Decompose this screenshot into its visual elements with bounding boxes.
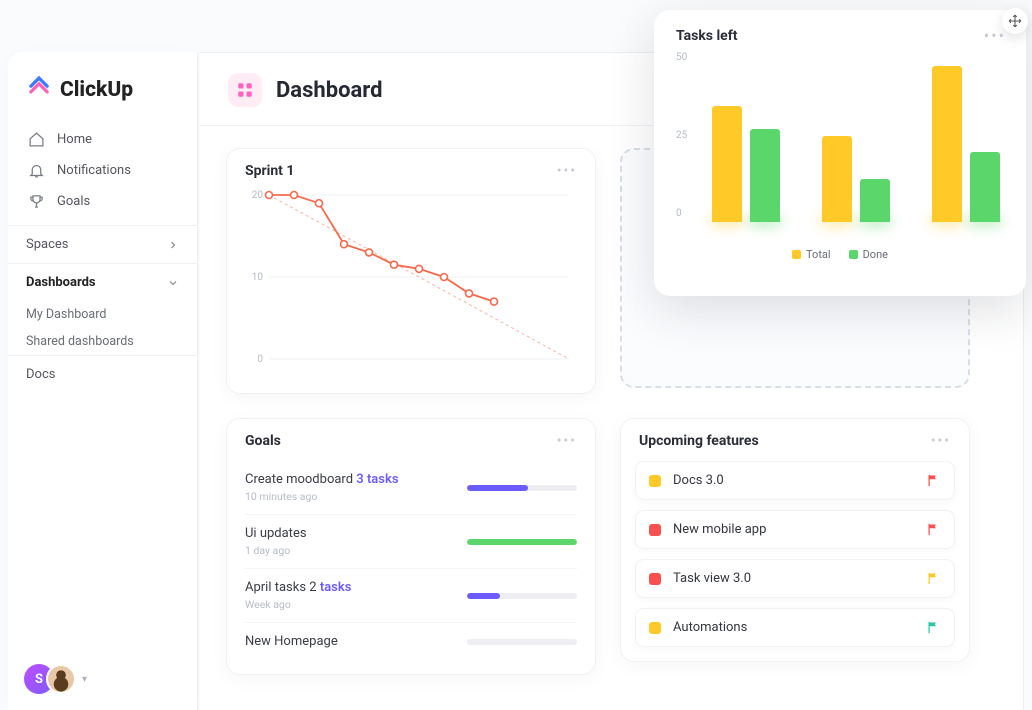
brand[interactable]: ClickUp [8, 52, 197, 124]
nav-home[interactable]: Home [8, 124, 197, 155]
nav-goals[interactable]: Goals [8, 186, 197, 217]
trophy-icon [28, 193, 45, 210]
feature-label: Task view 3.0 [673, 571, 914, 586]
feature-row[interactable]: Task view 3.0 [635, 559, 955, 598]
feature-label: Docs 3.0 [673, 473, 914, 488]
goal-progress [467, 539, 577, 545]
y-tick: 25 [676, 130, 687, 141]
chevron-right-icon [167, 239, 179, 251]
sidebar-item-label: Shared dashboards [26, 334, 134, 349]
workspace-avatar-initial: S [35, 672, 43, 687]
nav-goals-label: Goals [57, 194, 90, 209]
goal-row[interactable]: New Homepage [245, 622, 577, 660]
bar [970, 152, 1000, 222]
section-dashboards-label: Dashboards [26, 275, 96, 290]
tasks-left-chart: 50 25 0 [676, 52, 1004, 242]
goal-meta: 10 minutes ago [245, 490, 453, 503]
goal-progress [467, 485, 577, 491]
feature-row[interactable]: New mobile app [635, 510, 955, 549]
chevron-down-icon [167, 277, 179, 289]
svg-text:10: 10 [252, 272, 264, 283]
svg-text:0: 0 [257, 354, 263, 365]
flag-icon [926, 571, 941, 586]
brand-logo-icon [26, 74, 52, 106]
sidebar: ClickUp Home Notifications Goals Spaces … [8, 52, 198, 710]
status-square-icon [649, 475, 661, 487]
move-icon [1008, 14, 1022, 28]
bar [860, 179, 890, 222]
goals-card-title: Goals [245, 433, 281, 449]
tasks-left-title: Tasks left [676, 28, 1004, 44]
feature-label: New mobile app [673, 522, 914, 537]
status-square-icon [649, 622, 661, 634]
goal-row[interactable]: Ui updates 1 day ago [245, 514, 577, 568]
section-spaces[interactable]: Spaces [8, 225, 197, 263]
caret-down-icon: ▾ [82, 674, 87, 685]
nav-notifications[interactable]: Notifications [8, 155, 197, 186]
goal-progress [467, 639, 577, 645]
sidebar-item-my-dashboard[interactable]: My Dashboard [8, 301, 197, 328]
goal-meta: Week ago [245, 598, 453, 611]
dashboard-icon [228, 73, 262, 107]
nav-notifications-label: Notifications [57, 163, 131, 178]
bell-icon [28, 162, 45, 179]
page-title: Dashboard [276, 78, 383, 103]
bar [932, 66, 962, 222]
upcoming-features-card: Upcoming features ••• Docs 3.0 New mobil… [620, 418, 970, 662]
user-avatar [46, 664, 76, 694]
section-spaces-label: Spaces [26, 237, 69, 252]
sidebar-item-shared-dashboards[interactable]: Shared dashboards [8, 328, 197, 355]
tasks-left-card: Tasks left ••• 50 25 0 Total Done [654, 10, 1026, 296]
brand-name: ClickUp [60, 78, 133, 102]
svg-text:20: 20 [252, 190, 264, 201]
y-tick: 50 [676, 52, 687, 63]
feature-row[interactable]: Docs 3.0 [635, 461, 955, 500]
sprint-card: Sprint 1 ••• 0 10 20 [226, 148, 596, 394]
flag-icon [926, 620, 941, 635]
goal-row[interactable]: April tasks 2 tasks Week ago [245, 568, 577, 622]
sprint-card-title: Sprint 1 [245, 163, 294, 179]
card-menu-button[interactable]: ••• [984, 26, 1006, 45]
bar [822, 136, 852, 222]
status-square-icon [649, 524, 661, 536]
sprint-burndown-chart: 0 10 20 [245, 189, 575, 379]
section-dashboards[interactable]: Dashboards [8, 263, 197, 301]
sidebar-item-label: My Dashboard [26, 307, 106, 322]
nav-home-label: Home [57, 132, 92, 147]
primary-nav: Home Notifications Goals [8, 124, 197, 225]
feature-label: Automations [673, 620, 914, 635]
goal-title: Create moodboard 3 tasks [245, 472, 453, 487]
status-square-icon [649, 573, 661, 585]
card-menu-button[interactable]: ••• [931, 433, 951, 449]
bar [750, 129, 780, 222]
legend-label: Done [863, 248, 888, 261]
feature-row[interactable]: Automations [635, 608, 955, 647]
goals-card: Goals ••• Create moodboard 3 tasks 10 mi… [226, 418, 596, 675]
y-tick: 0 [676, 208, 682, 219]
chevron-right-icon [167, 393, 179, 405]
legend-label: Total [806, 248, 831, 261]
flag-icon [926, 473, 941, 488]
legend-item-done: Done [849, 248, 888, 261]
card-menu-button[interactable]: ••• [557, 433, 577, 449]
goal-title: Ui updates [245, 526, 453, 541]
tasks-left-legend: Total Done [676, 248, 1004, 261]
upcoming-features-title: Upcoming features [639, 433, 759, 449]
card-menu-button[interactable]: ••• [557, 163, 577, 179]
section-docs[interactable]: Docs [8, 355, 197, 393]
section-docs-label: Docs [26, 367, 55, 382]
goal-title: April tasks 2 tasks [245, 580, 453, 595]
goal-progress [467, 593, 577, 599]
workspace-switcher[interactable]: S ▾ [8, 648, 197, 710]
goal-title: New Homepage [245, 634, 453, 649]
legend-item-total: Total [792, 248, 831, 261]
flag-icon [926, 522, 941, 537]
goal-meta: 1 day ago [245, 544, 453, 557]
home-icon [28, 131, 45, 148]
bar [712, 106, 742, 222]
goal-row[interactable]: Create moodboard 3 tasks 10 minutes ago [245, 461, 577, 514]
